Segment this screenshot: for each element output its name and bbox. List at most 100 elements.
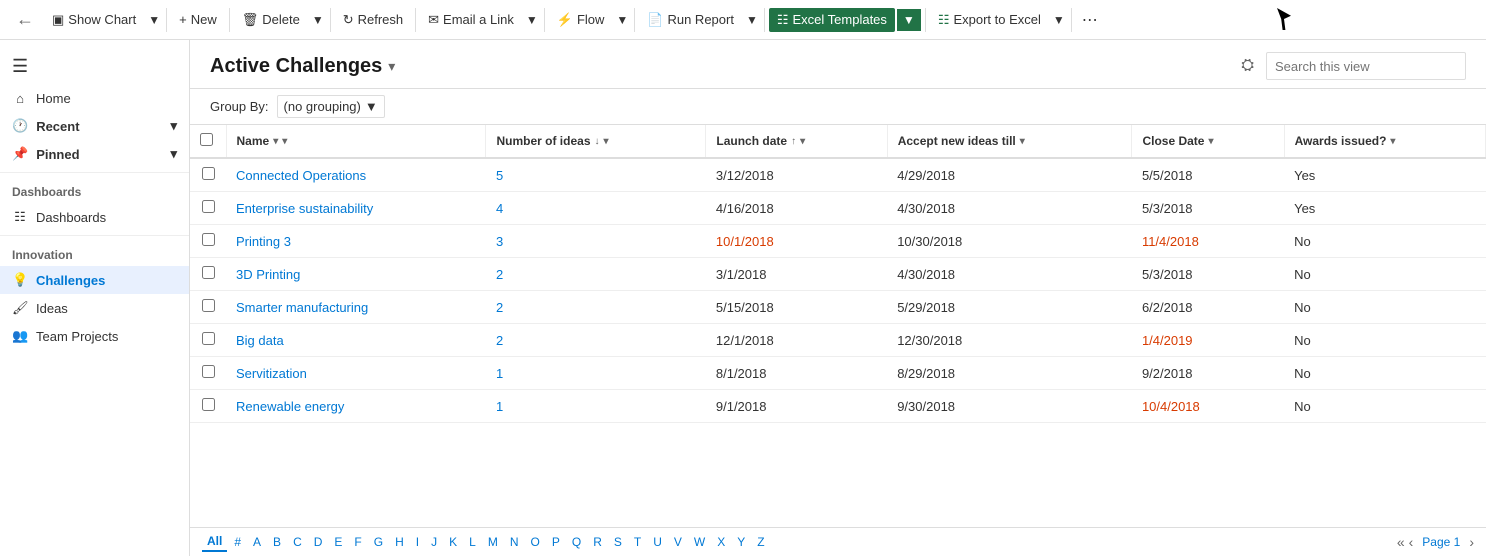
row-name-link[interactable]: Enterprise sustainability [236,201,373,216]
sep1 [166,8,167,32]
refresh-icon: ↻ [343,12,354,28]
row-checkbox[interactable] [202,299,215,312]
row-checkbox[interactable] [202,266,215,279]
sidebar-recent-toggle[interactable]: 🕐 Recent ▾ [0,112,189,140]
ideas-filter-icon[interactable]: ▾ [604,136,609,147]
ideas-sort-icon[interactable]: ↓ [595,136,600,147]
refresh-button[interactable]: ↻ Refresh [335,8,411,32]
run-report-button[interactable]: 📄 Run Report [639,8,742,32]
delete-dropdown[interactable]: ▼ [310,9,326,31]
row-checkbox[interactable] [202,200,215,213]
alpha-letter-f[interactable]: F [349,533,366,551]
alpha-letter-k[interactable]: K [444,533,462,551]
filter-icon[interactable]: ⛭ [1237,53,1258,79]
alpha-letter-m[interactable]: M [483,533,503,551]
prev-page-button[interactable]: ‹ [1409,534,1414,550]
close-sort-icon[interactable]: ▾ [1208,136,1213,147]
alpha-letter-#[interactable]: # [229,533,246,551]
back-button[interactable]: ← [8,5,42,34]
row-name-link[interactable]: Smarter manufacturing [236,300,368,315]
search-input[interactable] [1267,54,1459,79]
row-accept-value: 5/29/2018 [897,300,955,315]
row-name-link[interactable]: Connected Operations [236,168,366,183]
row-awards-value: Yes [1294,168,1315,183]
alpha-letter-d[interactable]: D [309,533,328,551]
select-all-checkbox[interactable] [200,133,213,146]
name-filter-icon[interactable]: ▾ [282,136,287,147]
alpha-letter-t[interactable]: T [629,533,646,551]
row-name-link[interactable]: Big data [236,333,284,348]
excel-templates-button[interactable]: ☷ Excel Templates [769,8,895,32]
page-title-chevron-icon[interactable]: ▾ [388,58,395,75]
col-close: Close Date ▾ [1132,125,1284,158]
search-submit-button[interactable]: 🔍 [1459,53,1466,79]
alpha-letter-i[interactable]: I [411,533,424,551]
email-link-button[interactable]: ✉ Email a Link [420,8,522,32]
sidebar-item-dashboards[interactable]: ☷ Dashboards [0,203,189,231]
alpha-letter-r[interactable]: R [588,533,607,551]
sidebar-item-ideas[interactable]: 🖌 Ideas [0,294,189,322]
alpha-letter-z[interactable]: Z [752,533,769,551]
next-page-button[interactable]: › [1469,534,1474,550]
hamburger-button[interactable]: ☰ [0,48,189,85]
first-page-button[interactable]: « [1397,534,1405,550]
alpha-letter-o[interactable]: O [526,533,545,551]
flow-dropdown[interactable]: ▼ [614,9,630,31]
sidebar-item-team-projects[interactable]: 👥 Team Projects [0,322,189,350]
alpha-letter-a[interactable]: A [248,533,266,551]
run-report-dropdown[interactable]: ▼ [744,9,760,31]
alpha-letter-v[interactable]: V [669,533,687,551]
email-icon: ✉ [428,12,439,28]
row-checkbox[interactable] [202,365,215,378]
launch-filter-icon[interactable]: ▾ [800,136,805,147]
show-chart-button[interactable]: ▣ Show Chart [44,8,144,32]
sidebar-item-challenges[interactable]: 💡 Challenges [0,266,189,294]
export-excel-dropdown[interactable]: ▼ [1051,9,1067,31]
row-name-cell: Smarter manufacturing [226,291,486,324]
flow-button[interactable]: ⚡ Flow [549,8,613,32]
alpha-letter-all[interactable]: All [202,532,227,552]
sidebar-recent-label: Recent [36,119,79,134]
delete-button[interactable]: 🗑 Delete [234,8,308,32]
groupby-select[interactable]: (no grouping) ▼ [277,95,385,118]
accept-sort-icon[interactable]: ▾ [1020,136,1025,147]
alpha-letter-h[interactable]: H [390,533,409,551]
excel-templates-dropdown[interactable]: ▼ [897,9,921,31]
row-accept-cell: 10/30/2018 [887,225,1132,258]
alpha-letter-q[interactable]: Q [567,533,586,551]
row-launch-value: 12/1/2018 [716,333,774,348]
name-sort-icon[interactable]: ▾ [273,136,278,147]
show-chart-dropdown[interactable]: ▼ [146,9,162,31]
alpha-letter-g[interactable]: G [369,533,388,551]
row-name-link[interactable]: Servitization [236,366,307,381]
alpha-letter-l[interactable]: L [464,533,481,551]
alpha-letter-b[interactable]: B [268,533,286,551]
col-ideas: Number of ideas ↓ ▾ [486,125,706,158]
row-name-link[interactable]: Renewable energy [236,399,344,414]
sidebar-item-home[interactable]: ⌂ Home [0,85,189,112]
new-button[interactable]: + New [171,8,225,31]
awards-sort-icon[interactable]: ▾ [1390,136,1395,147]
alpha-letter-y[interactable]: Y [732,533,750,551]
alpha-letter-w[interactable]: W [689,533,710,551]
row-checkbox[interactable] [202,332,215,345]
alpha-letter-n[interactable]: N [505,533,524,551]
row-checkbox[interactable] [202,233,215,246]
row-name-link[interactable]: Printing 3 [236,234,291,249]
launch-sort-icon[interactable]: ↑ [791,136,796,147]
alpha-letter-p[interactable]: P [547,533,565,551]
alpha-letter-c[interactable]: C [288,533,307,551]
sidebar-pinned-toggle[interactable]: 📌 Pinned ▾ [0,140,189,168]
email-link-dropdown[interactable]: ▼ [524,9,540,31]
alpha-letter-s[interactable]: S [609,533,627,551]
row-checkbox[interactable] [202,167,215,180]
more-button[interactable]: ⋯ [1076,6,1104,34]
row-checkbox[interactable] [202,398,215,411]
alpha-letter-x[interactable]: X [712,533,730,551]
data-table: Name ▾ ▾ Number of ideas ↓ ▾ [190,125,1486,423]
alpha-letter-j[interactable]: J [426,533,442,551]
alpha-letter-u[interactable]: U [648,533,667,551]
row-name-link[interactable]: 3D Printing [236,267,300,282]
export-excel-button[interactable]: ☷ Export to Excel [930,8,1049,32]
alpha-letter-e[interactable]: E [329,533,347,551]
